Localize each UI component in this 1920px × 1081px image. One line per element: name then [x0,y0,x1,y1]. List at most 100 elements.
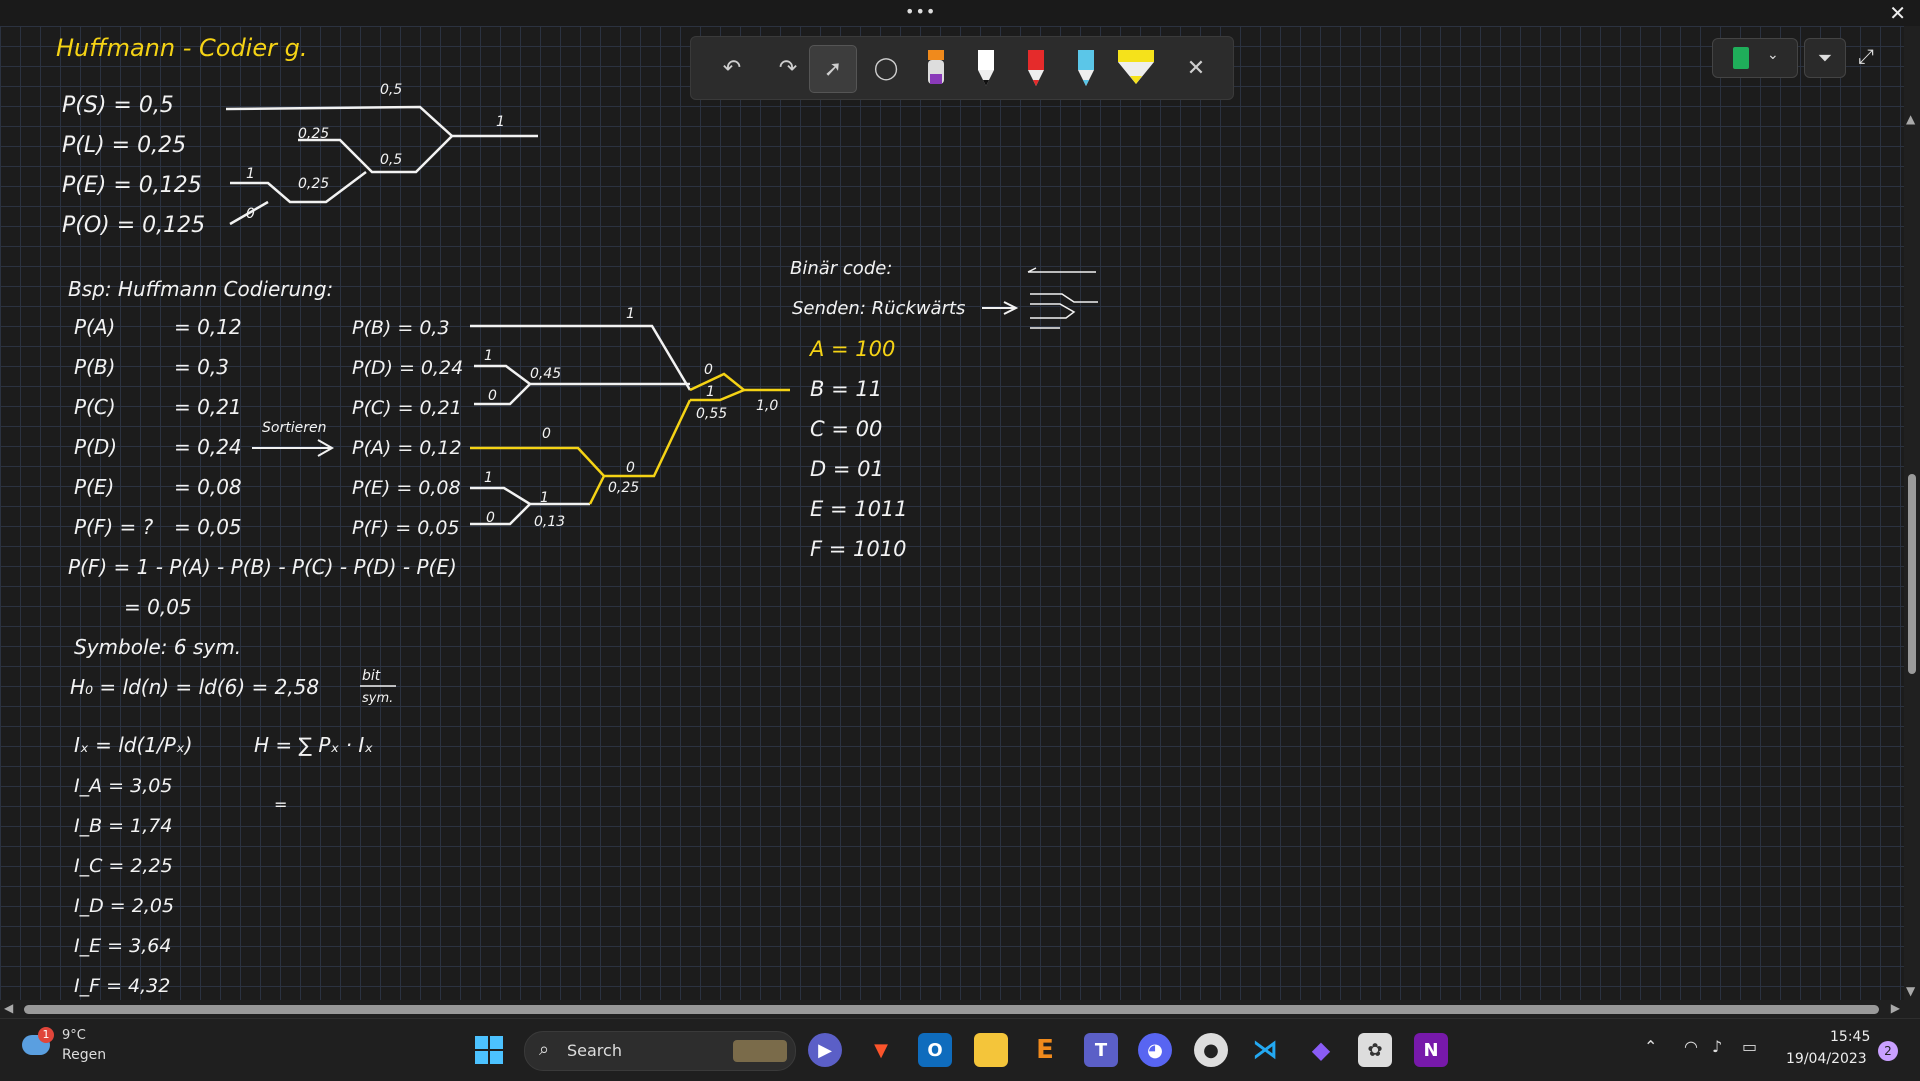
teams-icon[interactable]: T [1084,1033,1118,1067]
taskbar: 1 9°C Regen ⌕ Search ▶ ▼ O E T ◕ ● ⋊ ◆ ✿… [0,1018,1920,1081]
obsidian-icon[interactable]: ◆ [1304,1033,1338,1067]
clock-time[interactable]: 15:45 [1830,1029,1870,1045]
prob2-label: P(E) [74,475,114,499]
expand-icon[interactable]: ⤢ [1858,44,1874,68]
code-entry: D = 01 [810,457,884,481]
scroll-up-icon[interactable]: ▲ [1906,112,1915,126]
file-explorer-icon[interactable] [974,1033,1008,1067]
vertical-scrollbar[interactable]: ▲ ▼ [1904,110,1920,1000]
tree1-label: 0,25 [298,176,329,192]
prob2-label: P(D) [74,435,117,459]
settings-app-icon[interactable]: ✿ [1358,1033,1392,1067]
pen-white-icon[interactable] [963,45,1009,91]
prob2-value: = 0,05 [174,515,242,539]
highlighter-yellow-icon[interactable] [1113,45,1159,91]
symbols-line: Symbole: 6 sym. [74,635,241,659]
pen-red-icon[interactable] [1013,45,1059,91]
tree2-label: 0 [704,362,713,378]
zoom-icon[interactable]: ▶ [808,1033,842,1067]
tree2-label: 1 [484,470,493,486]
weather-temperature: 9°C [62,1028,86,1043]
tree2-label: 1 [540,490,549,506]
info-value: I_C = 2,25 [74,855,173,877]
prob2-value: = 0,12 [174,315,242,339]
tree2-label: 1 [484,348,493,364]
outlook-icon[interactable]: O [918,1033,952,1067]
scroll-left-icon[interactable]: ◀ [4,1001,13,1015]
ruler-icon[interactable]: ⏷ [1804,38,1846,78]
note-title: Huffmann - Codier g. [56,34,307,62]
chevron-up-icon[interactable]: ⌃ [1644,1037,1657,1056]
battery-icon[interactable]: ▭ [1742,1037,1757,1056]
close-toolbar-icon[interactable]: ✕ [1173,45,1219,91]
prob2-label: P(B) [74,355,115,379]
sort-arrow [252,439,335,457]
prob2-value: = 0,24 [174,435,242,459]
unit-sym: sym. [362,691,393,706]
info-value: I_B = 1,74 [74,815,172,837]
notebook-icon [1733,47,1749,69]
notification-badge[interactable]: 2 [1878,1041,1898,1061]
weather-badge: 1 [38,1027,54,1043]
github-icon[interactable]: ● [1194,1033,1228,1067]
search-placeholder: Search [567,1041,622,1060]
search-input[interactable]: ⌕ Search [524,1031,796,1071]
ix-formula: Iₓ = ld(1/Pₓ) [74,733,193,757]
lasso-icon[interactable]: ◯ [863,45,909,91]
scroll-right-icon[interactable]: ▶ [1891,1001,1900,1015]
more-options-icon[interactable]: ••• [905,2,936,21]
prob1-line: P(S) = 0,5 [62,93,174,118]
h0-formula: H₀ = ld(n) = ld(6) = 2,58 [70,675,319,699]
notebook-switcher[interactable]: ⌄ [1712,38,1798,78]
horizontal-scrollbar[interactable]: ◀ ▶ [0,1000,1904,1018]
search-highlight-icon [733,1040,787,1062]
tree1-label: 0,5 [380,152,402,168]
sort-label: Sortieren [262,420,326,436]
tree2-label: 0,55 [696,406,727,422]
prob2-value: = 0,21 [174,395,242,419]
chevron-down-icon: ⌄ [1767,47,1779,63]
prob2-value: = 0,3 [174,355,229,379]
e-app-icon[interactable]: E [1028,1033,1062,1067]
highlighter-orange-purple-icon[interactable] [913,45,959,91]
tree2-label: 1 [626,306,635,322]
info-value: I_A = 3,05 [74,775,172,797]
tree1-label: 0,5 [380,82,402,98]
info-value: I_D = 2,05 [74,895,174,917]
undo-icon[interactable]: ↶ [709,45,755,91]
info-value: I_E = 3,64 [74,935,171,957]
onenote-icon[interactable]: N [1414,1033,1448,1067]
sorted-prob: P(A) = 0,12 [352,437,462,459]
close-window-button[interactable]: ✕ [1889,1,1906,25]
code-entry: E = 1011 [810,497,908,521]
select-icon[interactable]: ➚ [809,45,857,93]
redo-icon[interactable]: ↷ [765,45,811,91]
pen-cyan-icon[interactable] [1063,45,1109,91]
vscode-icon[interactable]: ⋊ [1248,1033,1282,1067]
prob2-label: P(A) [74,315,115,339]
code-entry: B = 11 [810,377,882,401]
brave-icon[interactable]: ▼ [864,1033,898,1067]
code-entry: C = 00 [810,417,882,441]
tree1-label: 0,25 [298,126,329,142]
horizontal-scroll-thumb[interactable] [24,1005,1879,1014]
example-heading: Bsp: Huffmann Codierung: [68,277,333,301]
entropy-formula: H = ∑ Pₓ · Iₓ [254,733,373,757]
tree2-label: 0,13 [534,514,565,530]
note-canvas[interactable]: Huffmann - Codier g. P(S) = 0,5 P(L) = 0… [0,26,1904,1000]
sorted-prob: P(E) = 0,08 [352,477,461,499]
discord-icon[interactable]: ◕ [1138,1033,1172,1067]
tree1-label: 1 [246,166,255,182]
clock-date[interactable]: 19/04/2023 [1786,1051,1867,1067]
prob1-line: P(O) = 0,125 [62,213,205,238]
scroll-down-icon[interactable]: ▼ [1906,984,1915,998]
vertical-scroll-thumb[interactable] [1908,474,1916,674]
tree2-label: 1 [706,384,715,400]
wifi-icon[interactable]: ◠ [1684,1037,1698,1056]
send-line: Senden: Rückwärts [792,298,965,319]
prob2-label: P(C) [74,395,116,419]
volume-icon[interactable]: ♪ [1712,1037,1722,1056]
sorted-prob: P(B) = 0,3 [352,317,450,339]
windows-start-icon[interactable] [472,1033,506,1067]
tree1-label: 1 [496,114,505,130]
